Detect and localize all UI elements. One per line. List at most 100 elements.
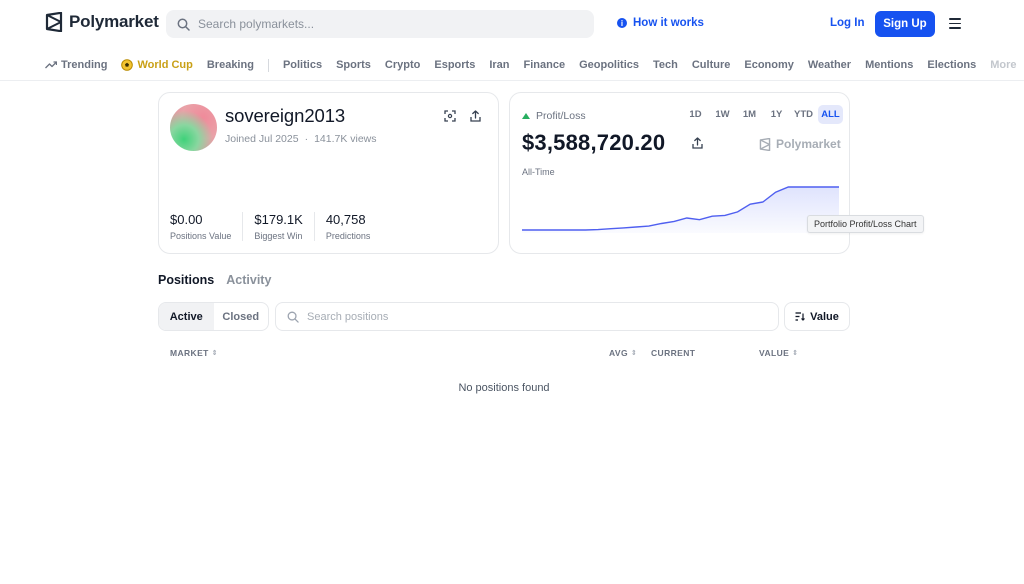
profit-loss-label: Profit/Loss: [536, 110, 586, 122]
nav-divider-line: [0, 80, 1024, 81]
meta-separator: ·: [304, 133, 309, 145]
nav-item-culture[interactable]: Culture: [692, 59, 731, 71]
nav-item-esports[interactable]: Esports: [434, 59, 475, 71]
profit-loss-value: $3,588,720.20: [522, 130, 666, 155]
range-all[interactable]: ALL: [818, 105, 843, 124]
profile-meta: Joined Jul 2025 · 141.7K views: [225, 133, 377, 145]
nav-item-sports[interactable]: Sports: [336, 59, 371, 71]
sort-value-button[interactable]: Value: [784, 302, 850, 331]
period-label: All-Time: [522, 167, 555, 177]
nav-item-trending[interactable]: Trending: [45, 59, 107, 71]
scan-qr-icon[interactable]: [444, 110, 456, 122]
column-header-current: CURRENT: [651, 348, 695, 358]
nav-item-tech[interactable]: Tech: [653, 59, 678, 71]
login-button[interactable]: Log In: [830, 17, 865, 29]
stat-label: Positions Value: [170, 231, 232, 241]
search-placeholder: Search polymarkets...: [198, 17, 315, 31]
sort-arrows-icon: ⇕: [792, 350, 799, 357]
position-status-toggle: Active Closed: [158, 302, 269, 331]
range-ytd[interactable]: YTD: [791, 105, 816, 124]
range-1w[interactable]: 1W: [710, 105, 735, 124]
column-header-value[interactable]: VALUE ⇕: [759, 348, 798, 358]
avatar: [170, 104, 217, 151]
hamburger-menu-icon[interactable]: [949, 18, 961, 29]
search-input[interactable]: Search polymarkets...: [166, 10, 594, 38]
chart-tooltip: Portfolio Profit/Loss Chart: [807, 215, 924, 233]
column-label: AVG: [609, 348, 628, 358]
trending-icon: [45, 61, 57, 69]
profit-loss-title: Profit/Loss: [522, 110, 586, 122]
search-icon: [287, 311, 299, 323]
nav-item-breaking[interactable]: Breaking: [207, 59, 254, 71]
profile-card: sovereign2013 Joined Jul 2025 · 141.7K v…: [158, 92, 499, 254]
signup-button[interactable]: Sign Up: [875, 11, 935, 37]
joined-date: Joined Jul 2025: [225, 133, 299, 145]
up-triangle-icon: [522, 113, 530, 119]
nav-item-mentions[interactable]: Mentions: [865, 59, 913, 71]
sort-arrows-icon: ⇕: [631, 350, 638, 357]
stat-label: Biggest Win: [254, 231, 303, 241]
how-it-works-link[interactable]: i How it works: [617, 17, 704, 29]
soccer-ball-icon: [121, 59, 134, 71]
stat-value: $179.1K: [254, 212, 303, 227]
sort-label: Value: [810, 310, 839, 323]
positions-search-input[interactable]: Search positions: [275, 302, 779, 331]
column-header-market[interactable]: MARKET ⇕: [170, 348, 218, 358]
stat-predictions: 40,758 Predictions: [326, 212, 382, 241]
nav-item-iran[interactable]: Iran: [489, 59, 509, 71]
search-icon: [177, 18, 190, 31]
column-label: MARKET: [170, 348, 209, 358]
nav-item-label: Trending: [61, 59, 108, 71]
filter-active-button[interactable]: Active: [159, 303, 214, 330]
nav-item-politics[interactable]: Politics: [283, 59, 322, 71]
profit-loss-card: Profit/Loss 1D 1W 1M 1Y YTD ALL $3,588,7…: [509, 92, 850, 254]
polymarket-logo-icon: [45, 12, 63, 32]
stat-positions-value: $0.00 Positions Value: [170, 212, 244, 241]
range-1d[interactable]: 1D: [683, 105, 708, 124]
polymarket-logo[interactable]: Polymarket: [45, 12, 159, 32]
column-label: VALUE: [759, 348, 790, 358]
nav-item-crypto[interactable]: Crypto: [385, 59, 420, 71]
tab-positions[interactable]: Positions: [158, 273, 214, 287]
category-nav: Trending World Cup Breaking Politics Spo…: [45, 56, 1024, 74]
stat-biggest-win: $179.1K Biggest Win: [254, 212, 315, 241]
column-label: CURRENT: [651, 348, 696, 358]
how-it-works-label: How it works: [633, 17, 704, 29]
logo-text: Polymarket: [69, 12, 159, 31]
share-icon[interactable]: [470, 110, 481, 122]
profit-loss-chart[interactable]: [522, 183, 839, 233]
watermark-text: Polymarket: [776, 137, 841, 151]
stat-value: 40,758: [325, 212, 366, 227]
positions-search-placeholder: Search positions: [307, 310, 389, 323]
chart-area-fill: [522, 187, 839, 233]
stat-value: $0.00: [170, 212, 203, 227]
info-icon: i: [617, 18, 627, 28]
stat-label: Predictions: [325, 231, 371, 241]
tab-activity[interactable]: Activity: [226, 273, 271, 287]
sort-icon: [795, 312, 806, 321]
nav-item-elections[interactable]: Elections: [927, 59, 976, 71]
nav-item-more[interactable]: More: [990, 59, 1016, 71]
share-icon[interactable]: [692, 137, 703, 149]
range-1y[interactable]: 1Y: [764, 105, 789, 124]
nav-item-world-cup[interactable]: World Cup: [121, 59, 193, 71]
nav-item-finance[interactable]: Finance: [524, 59, 566, 71]
profile-tabs: Positions Activity: [158, 273, 271, 287]
nav-divider: [267, 58, 269, 72]
nav-item-weather[interactable]: Weather: [808, 59, 851, 71]
filter-closed-button[interactable]: Closed: [214, 303, 269, 330]
column-header-avg[interactable]: AVG ⇕: [609, 348, 637, 358]
profile-stats: $0.00 Positions Value $179.1K Biggest Wi…: [170, 212, 392, 241]
sort-arrows-icon: ⇕: [211, 350, 219, 357]
nav-item-economy[interactable]: Economy: [744, 59, 794, 71]
top-header: Polymarket Search polymarkets... i How i…: [0, 0, 1024, 48]
nav-item-geopolitics[interactable]: Geopolitics: [579, 59, 639, 71]
view-count: 141.7K views: [314, 133, 377, 145]
polymarket-logo-icon: [759, 137, 771, 151]
empty-state-message: No positions found: [458, 382, 550, 394]
username: sovereign2013: [225, 105, 346, 126]
time-range-selector: 1D 1W 1M 1Y YTD ALL: [683, 105, 843, 124]
nav-item-label: World Cup: [137, 59, 193, 71]
polymarket-watermark: Polymarket: [759, 137, 841, 151]
range-1m[interactable]: 1M: [737, 105, 762, 124]
